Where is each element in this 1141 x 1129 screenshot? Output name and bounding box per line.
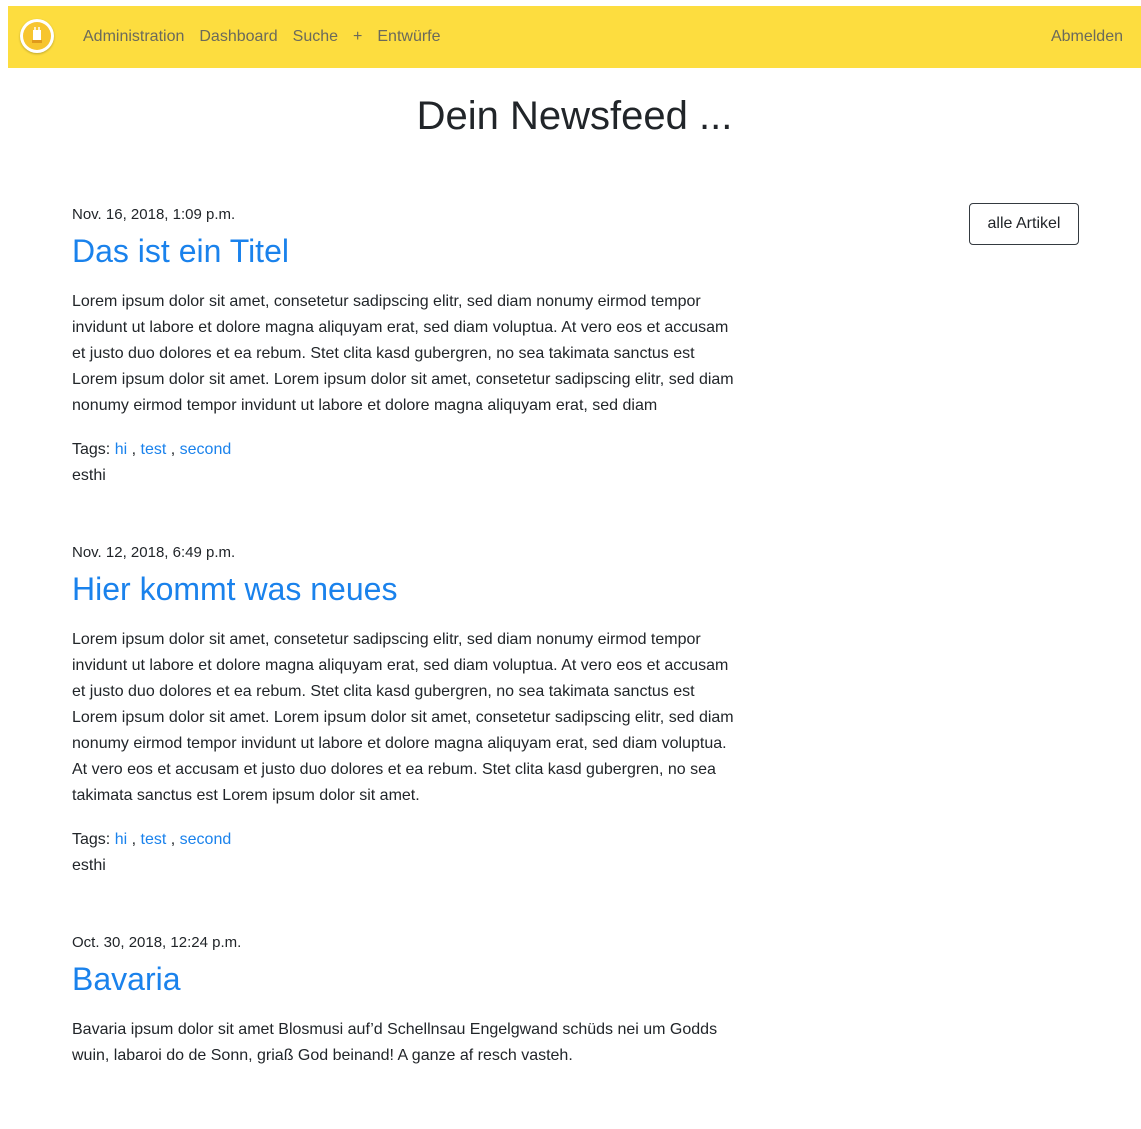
- article-item: Nov. 12, 2018, 6:49 p.m. Hier kommt was …: [72, 543, 740, 879]
- nav-link-drafts[interactable]: Entwürfe: [377, 28, 440, 46]
- article-body: Lorem ipsum dolor sit amet, consetetur s…: [72, 631, 734, 804]
- article-body: Lorem ipsum dolor sit amet, consetetur s…: [72, 293, 734, 414]
- article-author: esthi: [72, 857, 106, 874]
- nav-link-search[interactable]: Suche: [293, 28, 338, 46]
- tags-label: Tags:: [72, 441, 111, 458]
- nav-link-new[interactable]: +: [353, 28, 362, 46]
- news-feed: Nov. 16, 2018, 1:09 p.m. Das ist ein Tit…: [72, 205, 740, 1087]
- page-title: Dein Newsfeed ...: [416, 94, 733, 138]
- article-date: Oct. 30, 2018, 12:24 p.m.: [72, 934, 242, 951]
- logout-link[interactable]: Abmelden: [1051, 6, 1123, 68]
- article-date: Nov. 12, 2018, 6:49 p.m.: [72, 544, 236, 561]
- navbar: Administration Dashboard Suche + Entwürf…: [8, 6, 1141, 68]
- article-tags: Tags: hi , test , second: [72, 831, 232, 848]
- article-item: Oct. 30, 2018, 12:24 p.m. Bavaria Bavari…: [72, 933, 740, 1069]
- article-title-link[interactable]: Hier kommt was neues: [72, 570, 740, 608]
- article-author: esthi: [72, 467, 106, 484]
- tags-label: Tags:: [72, 831, 111, 848]
- nav-link-dashboard[interactable]: Dashboard: [199, 28, 277, 46]
- nav-link-administration[interactable]: Administration: [83, 28, 184, 46]
- article-body: Bavaria ipsum dolor sit amet Blosmusi au…: [72, 1021, 718, 1064]
- tag-link[interactable]: second: [180, 441, 232, 458]
- tag-link[interactable]: hi: [115, 831, 127, 848]
- nav-links: Administration Dashboard Suche + Entwürf…: [83, 6, 456, 68]
- all-articles-button[interactable]: alle Artikel: [969, 203, 1079, 245]
- article-item: Nov. 16, 2018, 1:09 p.m. Das ist ein Tit…: [72, 205, 740, 489]
- article-date: Nov. 16, 2018, 1:09 p.m.: [72, 206, 236, 223]
- article-title-link[interactable]: Bavaria: [72, 960, 740, 998]
- tag-link[interactable]: second: [180, 831, 232, 848]
- article-tags: Tags: hi , test , second: [72, 441, 232, 458]
- tag-link[interactable]: test: [141, 831, 167, 848]
- tag-link[interactable]: test: [141, 441, 167, 458]
- article-title-link[interactable]: Das ist ein Titel: [72, 232, 740, 270]
- tag-link[interactable]: hi: [115, 441, 127, 458]
- logo-icon[interactable]: [20, 19, 54, 53]
